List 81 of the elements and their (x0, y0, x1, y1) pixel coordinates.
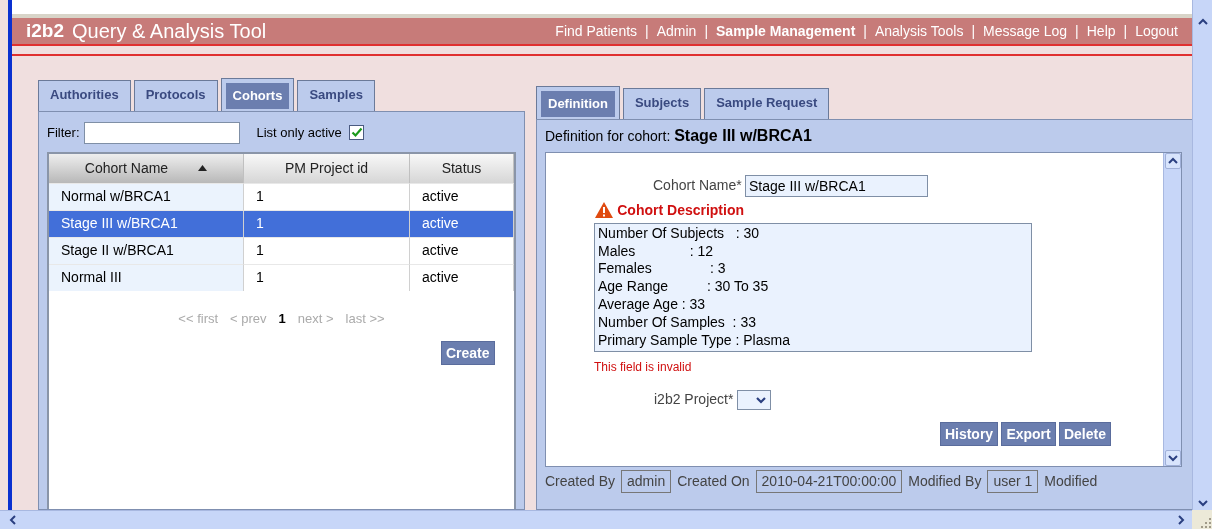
table-row[interactable]: Stage II w/BRCA1 1 active (49, 236, 514, 264)
field-label: Created By (545, 472, 616, 491)
action-button[interactable]: Delete (1058, 422, 1111, 447)
app-logo: i2b2 (26, 18, 65, 43)
project-select[interactable] (736, 389, 771, 410)
nav-link[interactable]: Analysis Tools (874, 20, 964, 42)
horizontal-scrollbar[interactable] (0, 510, 1192, 529)
page-number[interactable]: 1 (278, 308, 286, 328)
tab[interactable]: Subjects (622, 88, 702, 119)
scroll-down-icon[interactable] (1167, 453, 1178, 462)
nav-separator: | (704, 21, 709, 41)
tab[interactable]: Definition (536, 86, 620, 119)
column-header[interactable]: Cohort Name (49, 153, 244, 183)
table-cell: active (410, 263, 514, 291)
resize-grip-icon[interactable] (1200, 517, 1212, 529)
table-cell: 1 (244, 182, 410, 210)
table-cell: 1 (244, 209, 410, 237)
nav-link[interactable]: Logout (1135, 20, 1178, 42)
table-row[interactable]: Stage III w/BRCA1 1 active (49, 209, 514, 237)
scroll-left-icon[interactable] (8, 515, 18, 525)
validation-error: This field is invalid (594, 359, 693, 377)
warning-icon (594, 201, 614, 220)
field-value: user 1 (987, 470, 1039, 493)
active-checkbox[interactable] (349, 125, 364, 140)
nav-separator: | (1075, 21, 1079, 41)
table-cell: active (410, 209, 514, 237)
vertical-scrollbar[interactable] (1163, 152, 1181, 466)
sort-ascending-icon (198, 165, 208, 171)
table-cell: Stage II w/BRCA1 (49, 236, 244, 264)
table-cell: Normal III (49, 263, 244, 291)
filter-label: Filter: (47, 123, 80, 142)
nav-separator: | (1123, 21, 1128, 41)
filter-field[interactable] (83, 121, 240, 144)
field-label: Modified (1044, 472, 1098, 491)
tab[interactable]: Sample Request (704, 88, 830, 119)
pager-link[interactable]: last >> (345, 308, 385, 328)
nav-link[interactable]: Sample Management (716, 20, 856, 42)
table-cell: Normal w/BRCA1 (49, 182, 244, 210)
table-cell: active (410, 236, 514, 264)
action-button[interactable]: History (939, 422, 999, 447)
nav-separator: | (863, 21, 867, 41)
project-label: i2b2 Project* (654, 390, 734, 410)
field-label: Created On (677, 472, 750, 491)
definition-heading: Definition for cohort: Stage III w/BRCA1 (545, 125, 812, 146)
nav-separator: | (971, 21, 976, 41)
scroll-down-icon[interactable] (1197, 498, 1208, 507)
nav-link[interactable]: Admin (656, 20, 697, 42)
page-vertical-scrollbar[interactable] (1192, 0, 1212, 510)
nav-link[interactable]: Help (1086, 20, 1116, 42)
create-button[interactable]: Create (440, 341, 495, 365)
pager-link[interactable]: << first (178, 308, 219, 328)
tab[interactable]: Cohorts (220, 78, 295, 111)
table-cell: active (410, 182, 514, 210)
app-title: Query & Analysis Tool (72, 19, 267, 44)
field-value: admin (621, 470, 672, 493)
table-cell: Stage III w/BRCA1 (49, 209, 244, 237)
cohort-name-label: Cohort Name* (653, 176, 742, 195)
scroll-right-icon[interactable] (1176, 515, 1186, 525)
nav-separator: | (645, 21, 649, 41)
tab[interactable]: Protocols (133, 80, 218, 111)
cohort-description-field[interactable]: Number Of Subjects : 30 Males : 12 Females : 3 Age Range : 30 To 35 Average Age : 33 Number Of Samples : 33 Primary Sample Type : Plasma (594, 222, 1032, 352)
table-row[interactable]: Normal III 1 active (49, 263, 514, 291)
nav-link[interactable]: Message Log (983, 20, 1068, 42)
active-filter-label: List only active (256, 123, 342, 142)
field-value: 2010-04-21T00:00:00 (755, 470, 903, 493)
pager-link[interactable]: < prev (230, 308, 267, 328)
field-label: Modified By (908, 472, 982, 491)
scroll-up-icon[interactable] (1167, 156, 1178, 165)
tab[interactable]: Authorities (38, 80, 131, 111)
scroll-up-icon[interactable] (1197, 18, 1208, 26)
table-row[interactable]: Normal w/BRCA1 1 active (49, 182, 514, 210)
table-cell: 1 (244, 263, 410, 291)
table-cell: 1 (244, 236, 410, 264)
cohort-name-field[interactable]: Stage III w/BRCA1 (744, 174, 928, 197)
nav-link[interactable]: Find Patients (555, 20, 638, 42)
pager-link[interactable]: next > (297, 308, 334, 328)
column-header[interactable]: PM Project id (244, 153, 410, 183)
tab[interactable]: Samples (297, 80, 375, 111)
cohort-description-label: Cohort Description (617, 200, 745, 220)
column-header[interactable]: Status (410, 153, 514, 183)
action-button[interactable]: Export (1001, 422, 1056, 447)
